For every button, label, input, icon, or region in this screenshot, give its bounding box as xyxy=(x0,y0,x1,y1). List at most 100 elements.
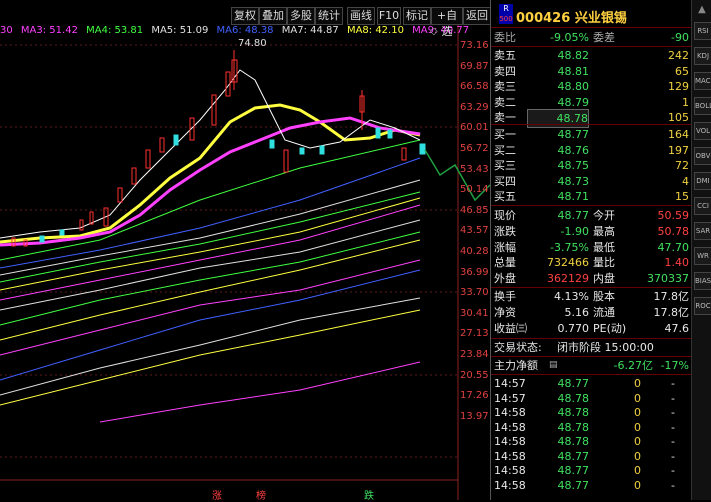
fuquan-button[interactable]: 复权 xyxy=(231,7,259,25)
book-volume: 197 xyxy=(668,143,689,157)
quote-value: 1.40 xyxy=(664,256,690,270)
indicator-button-obv[interactable]: OBV xyxy=(694,147,711,165)
tick-price: 48.77 xyxy=(557,478,590,492)
price-tick: 40.28 xyxy=(460,246,489,257)
bid-row: 买三 48.75 72 xyxy=(491,157,691,174)
r-badge-sub: 500 xyxy=(499,15,513,23)
biaoji-button[interactable]: 标记 xyxy=(403,7,431,25)
trading-status-row: 交易状态: 闭市阶段 15:00:00 xyxy=(491,339,691,356)
weibi-value: -9.05% xyxy=(550,31,589,44)
indicator-button-rsi[interactable]: RSI xyxy=(694,22,711,40)
quote-value: -1.90 xyxy=(560,224,589,238)
indicator-button-wr[interactable]: WR xyxy=(694,247,711,265)
book-label: 卖二 xyxy=(494,95,516,109)
quote-label: 涨跌 xyxy=(494,224,516,238)
weicha-value: -90 xyxy=(671,31,689,44)
tongji-button[interactable]: 统计 xyxy=(315,7,343,25)
ma4-label: MA4: 53.81 xyxy=(86,25,144,36)
bid-row: 买四 48.73 4 xyxy=(491,173,691,190)
ma7-label: MA7: 44.87 xyxy=(281,25,339,36)
divider xyxy=(491,124,691,125)
ask-row: 卖四 48.81 65 xyxy=(491,63,691,80)
book-price: 48.71 xyxy=(557,190,590,203)
price-tick: 60.01 xyxy=(460,122,489,134)
high-price-marker: 74.80 xyxy=(238,38,267,49)
quote-label: 最高 xyxy=(593,224,615,238)
indicator-button-bias[interactable]: BIAS xyxy=(694,272,711,290)
kline-svg xyxy=(0,22,490,500)
quote-value: 732466 xyxy=(547,256,589,270)
duogu-button[interactable]: 多股 xyxy=(287,7,315,25)
price-tick: 63.29 xyxy=(460,101,489,113)
stats-value: 47.6 xyxy=(664,322,690,335)
indicator-button-vol[interactable]: VOL xyxy=(694,122,711,140)
trading-status-value: 闭市阶段 15:00:00 xyxy=(557,341,654,354)
book-volume: 1 xyxy=(682,95,689,109)
kline-chart[interactable]: 30 MA3: 51.42 MA4: 53.81 MA5: 51.09 MA6:… xyxy=(0,0,490,502)
huaxian-button[interactable]: 画线 xyxy=(347,7,375,25)
indicator-button-sar[interactable]: SAR xyxy=(694,222,711,240)
scroll-up-icon[interactable]: ▲ xyxy=(695,4,709,18)
indicator-button-dmi[interactable]: DMI xyxy=(694,172,711,190)
stats-label: 净资 xyxy=(494,306,516,319)
tick-time: 14:58 xyxy=(494,478,526,492)
book-volume: 15 xyxy=(675,190,689,203)
capital-flow-value: -6.27亿 xyxy=(613,359,653,372)
weibi-row: 委比 -9.05% 委差 -90 xyxy=(491,29,691,46)
stats-row: 净资 5.16 流通 17.8亿 xyxy=(491,304,691,321)
quote-row: 现价 48.77 今开 50.59 xyxy=(491,207,691,224)
quote-panel: R 500 000426 兴业银锡 委比 -9.05% 委差 -90 卖五 48.… xyxy=(490,0,691,500)
price-tick: 43.57 xyxy=(460,225,489,237)
indicator-sidebar: ▲ RSI KDJ MACD BOLL VOL OBV DMI CCI SAR WR BIAS ROC xyxy=(691,0,711,500)
settings-diamond-icon[interactable]: ◇ xyxy=(430,26,442,38)
quote-label: 量比 xyxy=(593,256,615,270)
stock-code-name: 000426 兴业银锡 xyxy=(516,7,627,26)
quote-label: 今开 xyxy=(593,209,615,222)
indicator-button-cci[interactable]: CCI xyxy=(694,197,711,215)
book-label: 买四 xyxy=(494,174,516,188)
stats-value: 17.8亿 xyxy=(653,306,690,319)
diejia-button[interactable]: 叠加 xyxy=(259,7,287,25)
back-button[interactable]: 返回 xyxy=(463,7,491,25)
quote-label: 涨幅 xyxy=(494,240,516,254)
book-label: 卖五 xyxy=(494,49,516,62)
quote-value: 50.59 xyxy=(657,209,690,222)
stats-label: PE(动) xyxy=(593,322,627,335)
indicator-button-roc[interactable]: ROC xyxy=(694,297,711,315)
r-badge-label: R xyxy=(503,4,509,13)
stats-label: 收益㈢ xyxy=(494,322,527,335)
price-tick: 33.70 xyxy=(460,287,489,299)
tick-row: 14:58 48.77 0 - xyxy=(491,477,691,494)
ma6-label: MA6: 48.38 xyxy=(216,25,274,36)
f10-button[interactable]: F10 xyxy=(377,7,401,25)
quote-row: 涨跌 -1.90 最高 50.78 xyxy=(491,223,691,240)
book-label: 买五 xyxy=(494,190,516,203)
book-price: 48.80 xyxy=(557,80,590,93)
stats-value: 17.8亿 xyxy=(653,290,690,303)
quote-value: -3.75% xyxy=(550,240,589,254)
ma1-tail: 30 xyxy=(0,25,13,36)
quote-label: 内盘 xyxy=(593,272,615,286)
book-volume: 164 xyxy=(668,128,689,141)
tick-volume: 0 xyxy=(634,478,641,492)
ask-row: 卖二 48.79 1 xyxy=(491,94,691,111)
book-volume: 65 xyxy=(675,64,689,78)
stats-label: 股本 xyxy=(593,290,615,303)
price-tick: 36.99 xyxy=(460,266,489,278)
book-price: 48.73 xyxy=(557,174,590,188)
indicator-button-kdj[interactable]: KDJ xyxy=(694,47,711,65)
price-tick: 50.14 xyxy=(460,184,489,196)
price-tick: 23.84 xyxy=(460,349,489,360)
book-volume: 129 xyxy=(668,80,689,93)
quote-label: 总量 xyxy=(494,256,516,270)
book-label: 买三 xyxy=(494,159,516,172)
quote-row: 总量 732466 量比 1.40 xyxy=(491,254,691,271)
capital-flow-row[interactable]: 主力净额 ▤ -6.27亿 -17% xyxy=(491,357,691,374)
stats-label: 换手 xyxy=(494,290,516,303)
quote-value: 48.77 xyxy=(557,209,590,222)
indicator-button-macd[interactable]: MACD xyxy=(694,72,711,90)
ask-row: 卖五 48.82 242 xyxy=(491,47,691,64)
indicator-button-boll[interactable]: BOLL xyxy=(694,97,711,115)
list-icon: ▤ xyxy=(549,360,558,370)
add-watchlist-button[interactable]: +自选 xyxy=(431,7,463,38)
